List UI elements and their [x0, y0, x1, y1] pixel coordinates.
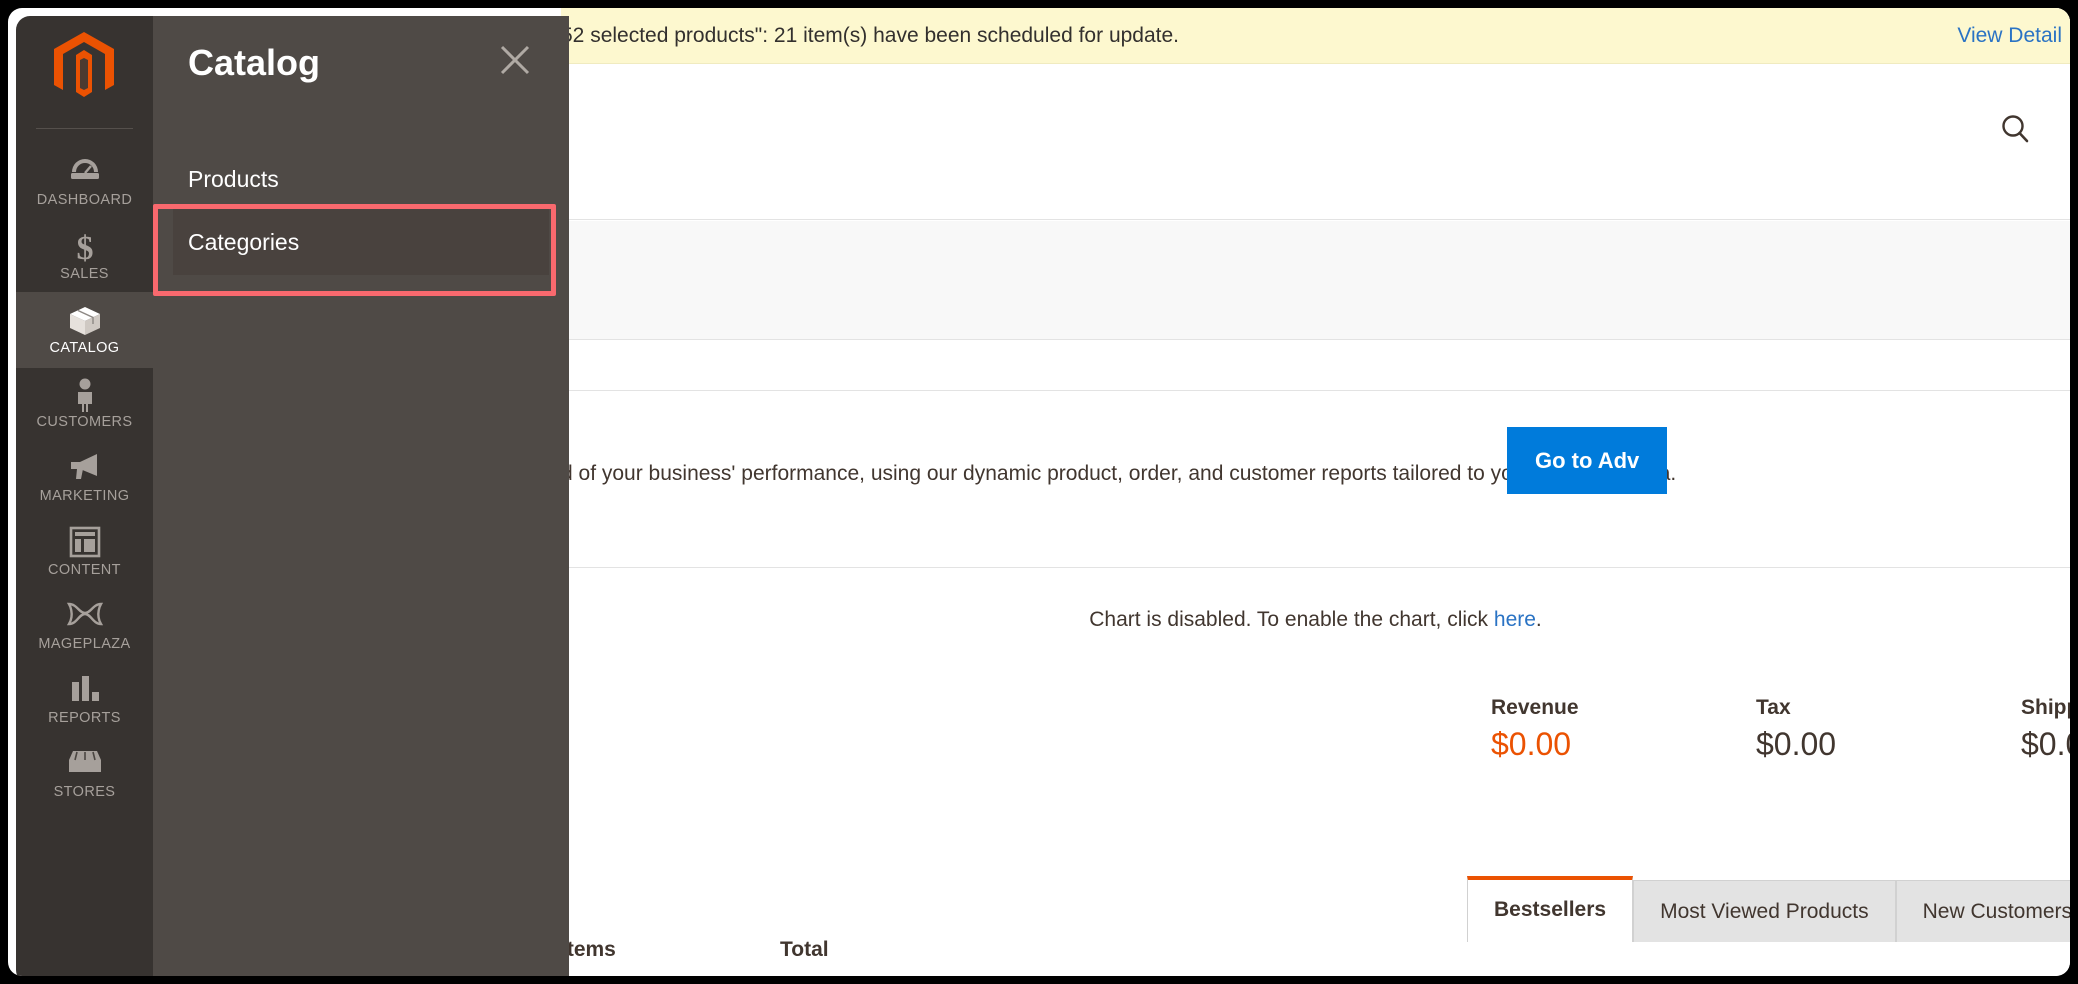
- sidebar-item-dashboard[interactable]: DASHBOARD: [16, 144, 153, 220]
- page-body: 52 selected products": 21 item(s) have b…: [8, 8, 2070, 976]
- megaphone-icon: [16, 440, 153, 484]
- stat-revenue: Revenue $0.00: [1491, 696, 1756, 763]
- chart-disabled-suffix: .: [1535, 608, 1542, 631]
- grid-header-row: Items Total: [561, 938, 2070, 976]
- sidebar-item-reports[interactable]: REPORTS: [16, 662, 153, 738]
- sidebar-item-label: MAGEPLAZA: [38, 636, 131, 652]
- sidebar-divider: [36, 128, 133, 129]
- bar-chart-icon: [16, 662, 153, 706]
- svg-text:$: $: [76, 230, 93, 266]
- toolbar-band: [561, 341, 2070, 391]
- tab-new-customers[interactable]: New Customers: [1895, 880, 2070, 942]
- catalog-link-categories[interactable]: Categories: [173, 209, 549, 275]
- chart-disabled-prefix: Chart is disabled. To enable the chart, …: [1089, 608, 1494, 631]
- sidebar-item-stores[interactable]: STORES: [16, 736, 153, 812]
- grid-column-items[interactable]: Items: [561, 938, 616, 962]
- advanced-reporting-section: d of your business' performance, using o…: [561, 392, 2070, 568]
- person-icon: [16, 366, 153, 412]
- close-icon[interactable]: [497, 42, 533, 78]
- sidebar-item-label: DASHBOARD: [36, 192, 133, 208]
- stat-value: $0.00: [2021, 726, 2070, 762]
- sidebar-item-sales[interactable]: $ SALES: [16, 218, 153, 294]
- go-to-advanced-reporting-button[interactable]: Go to Adv: [1507, 427, 1668, 494]
- catalog-panel-title: Catalog: [188, 42, 321, 83]
- sidebar-item-customers[interactable]: CUSTOMERS: [16, 366, 153, 442]
- page-title-band: [561, 221, 2070, 340]
- notification-message: 52 selected products": 21 item(s) have b…: [561, 24, 1180, 47]
- grid-column-total[interactable]: Total: [780, 938, 829, 962]
- dashboard-totals: Revenue $0.00 Tax $0.00 Shipping $0.00 Q…: [1491, 696, 2070, 763]
- enable-chart-link[interactable]: here: [1494, 608, 1536, 631]
- sidebar-item-marketing[interactable]: MARKETING: [16, 440, 153, 516]
- sidebar-item-label: CUSTOMERS: [36, 414, 133, 430]
- storefront-icon: [16, 736, 153, 780]
- search-icon[interactable]: [1998, 112, 2034, 148]
- chart-disabled-notice: Chart is disabled. To enable the chart, …: [561, 608, 2070, 632]
- stat-label: Tax: [1756, 696, 1791, 719]
- sidebar-item-label: STORES: [53, 784, 116, 800]
- admin-header: [561, 64, 2070, 220]
- main-content: 52 selected products": 21 item(s) have b…: [561, 8, 2070, 976]
- tab-most-viewed-products[interactable]: Most Viewed Products: [1633, 880, 1896, 942]
- notification-bar: 52 selected products": 21 item(s) have b…: [561, 8, 2070, 64]
- stat-label: Revenue: [1491, 696, 1579, 719]
- tab-bestsellers[interactable]: Bestsellers: [1467, 876, 1634, 942]
- screenshot-root: 52 selected products": 21 item(s) have b…: [0, 0, 2078, 984]
- stat-tax: Tax $0.00: [1756, 696, 2021, 763]
- stat-label: Shipping: [2021, 696, 2070, 719]
- view-detail-link[interactable]: View Detail: [1957, 24, 2062, 48]
- layout-page-icon: [16, 514, 153, 558]
- sidebar-item-mageplaza[interactable]: MAGEPLAZA: [16, 588, 153, 664]
- stat-value: $0.00: [1491, 726, 1572, 762]
- catalog-flyout-panel: Catalog Products Categories: [153, 16, 569, 976]
- sidebar-item-catalog[interactable]: CATALOG: [16, 292, 153, 368]
- sidebar-item-label: CATALOG: [49, 340, 120, 356]
- dollar-sign-icon: $: [16, 218, 153, 267]
- magento-logo-icon[interactable]: [50, 30, 118, 102]
- catalog-link-products[interactable]: Products: [153, 166, 569, 193]
- sidebar-item-label: MARKETING: [39, 488, 130, 504]
- admin-sidebar: DASHBOARD $ SALES CATALOG CUSTOMERS MARK…: [16, 16, 153, 976]
- dashboard-gauge-icon: [16, 144, 153, 188]
- sidebar-item-label: SALES: [60, 266, 109, 282]
- stat-shipping: Shipping $0.00: [2021, 696, 2070, 763]
- dashboard-tabs: Bestsellers Most Viewed Products New Cus…: [1467, 876, 2070, 942]
- sidebar-item-label: CONTENT: [48, 562, 121, 578]
- sidebar-item-content[interactable]: CONTENT: [16, 514, 153, 590]
- mageplaza-icon: [16, 588, 153, 632]
- box-icon: [16, 292, 153, 336]
- sidebar-item-label: REPORTS: [48, 710, 121, 726]
- stat-value: $0.00: [1756, 726, 1837, 762]
